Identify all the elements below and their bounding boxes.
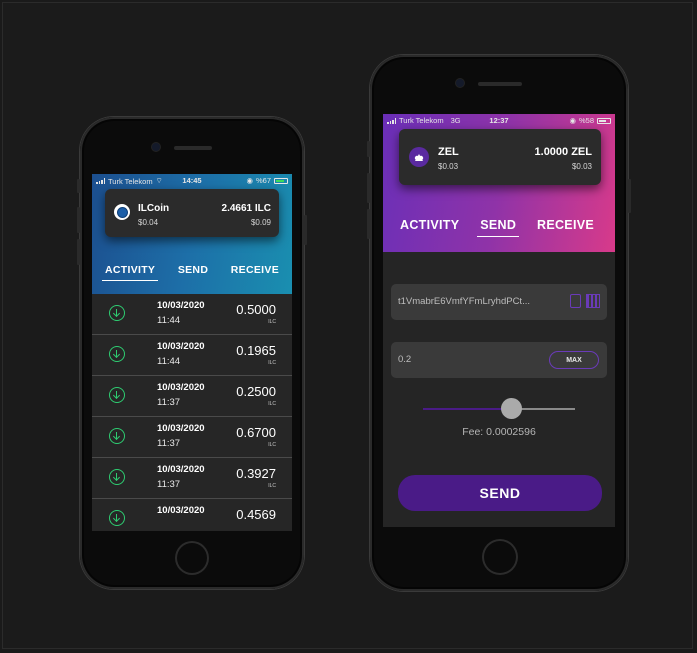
battery-icon <box>597 117 611 124</box>
left-phone-home-button[interactable] <box>175 541 209 575</box>
ilcoin-logo-icon <box>114 204 130 220</box>
wallet-name: ILCoin <box>138 203 170 214</box>
transaction-unit: ILC <box>268 360 276 366</box>
transaction-time: 11:37 <box>157 479 181 490</box>
transaction-date: 10/03/2020 <box>157 464 205 475</box>
transaction-unit: ILC <box>268 319 276 325</box>
left-phone-mute-switch <box>77 179 80 193</box>
transaction-date: 10/03/2020 <box>157 382 205 393</box>
received-arrow-icon <box>109 346 125 362</box>
right-phone: Turk Telekom 3G 12:37 ◉ %58 ZEL $0.03 1.… <box>367 55 631 591</box>
left-status-bar: Turk Telekom ⌔ 14:45 ◉ %67 <box>92 174 292 186</box>
transaction-date: 10/03/2020 <box>157 505 205 516</box>
max-button[interactable]: MAX <box>549 351 599 369</box>
left-phone-volume-down <box>77 239 80 265</box>
wallet-price: $0.03 <box>438 162 459 171</box>
left-phone-volume-up <box>77 207 80 233</box>
right-phone-volume-down <box>367 209 370 239</box>
right-phone-mute-switch <box>367 141 370 157</box>
transaction-time: 11:37 <box>157 438 181 449</box>
transaction-time: 11:44 <box>157 315 181 326</box>
tab-send[interactable]: SEND <box>178 264 208 276</box>
transaction-row[interactable]: 10/03/2020 11:37 0.6700 ILC <box>92 417 292 458</box>
amount-value: 0.2 <box>398 354 412 365</box>
left-status-right: ◉ %67 <box>246 176 288 185</box>
left-tabs: ACTIVITY SEND RECEIVE <box>101 264 279 281</box>
tab-activity[interactable]: ACTIVITY <box>400 218 459 232</box>
transaction-unit: ILC <box>268 483 276 489</box>
battery-icon <box>274 177 288 184</box>
address-value: t1VmabrE6VmfYFmLryhdPCt... <box>398 296 530 307</box>
transaction-amount: 0.5000 <box>236 302 276 317</box>
fee-slider-fill <box>423 408 511 410</box>
transaction-time: 11:44 <box>157 356 181 367</box>
wallet-fiat-balance: $0.03 <box>571 162 592 171</box>
transaction-date: 10/03/2020 <box>157 341 205 352</box>
paste-icon[interactable] <box>570 294 581 308</box>
wallet-balance: 1.0000 ZEL <box>534 146 592 158</box>
transaction-amount: 0.6700 <box>236 425 276 440</box>
amount-input[interactable]: 0.2 MAX <box>391 342 607 378</box>
location-icon: ◉ <box>569 116 576 125</box>
battery-percent: %58 <box>578 116 594 125</box>
location-icon: ◉ <box>246 176 253 185</box>
zel-wallet-card[interactable]: ZEL $0.03 1.0000 ZEL $0.03 <box>399 129 601 185</box>
activity-list: 10/03/2020 11:44 0.5000 ILC 10/03/2020 1… <box>92 294 292 531</box>
right-phone-home-button[interactable] <box>482 539 518 575</box>
transaction-date: 10/03/2020 <box>157 300 205 311</box>
left-phone: Turk Telekom ⌔ 14:45 ◉ %67 ILCoin $0.04 … <box>77 117 307 589</box>
tab-send[interactable]: SEND <box>477 218 520 237</box>
transaction-row[interactable]: 10/03/2020 11:37 0.3927 ILC <box>92 458 292 499</box>
received-arrow-icon <box>109 510 125 526</box>
tab-activity[interactable]: ACTIVITY <box>101 264 159 281</box>
transaction-unit: ILC <box>268 442 276 448</box>
right-phone-earpiece <box>478 82 522 86</box>
wallet-price: $0.04 <box>138 218 159 227</box>
transaction-time: 11:37 <box>157 397 181 408</box>
right-status-bar: Turk Telekom 3G 12:37 ◉ %58 <box>383 114 615 126</box>
received-arrow-icon <box>109 469 125 485</box>
qr-code-icon[interactable] <box>586 294 600 308</box>
transaction-amount: 0.4569 <box>236 507 276 522</box>
transaction-row[interactable]: 10/03/2020 11:44 0.1965 ILC <box>92 335 292 376</box>
received-arrow-icon <box>109 428 125 444</box>
right-phone-power-button <box>628 179 631 213</box>
tab-receive[interactable]: RECEIVE <box>231 264 279 276</box>
wallet-fiat-balance: $0.09 <box>250 218 271 227</box>
fee-slider-thumb[interactable] <box>501 398 522 419</box>
battery-percent: %67 <box>255 176 271 185</box>
right-status-right: ◉ %58 <box>569 116 611 125</box>
right-phone-volume-up <box>367 173 370 203</box>
wallet-balance: 2.4661 ILC <box>221 203 271 214</box>
transaction-row[interactable]: 10/03/2020 11:44 0.5000 ILC <box>92 294 292 335</box>
left-phone-power-button <box>304 215 307 245</box>
received-arrow-icon <box>109 387 125 403</box>
received-arrow-icon <box>109 305 125 321</box>
left-phone-screen: Turk Telekom ⌔ 14:45 ◉ %67 ILCoin $0.04 … <box>92 174 292 531</box>
send-button[interactable]: SEND <box>398 475 602 511</box>
transaction-date: 10/03/2020 <box>157 423 205 434</box>
zel-logo-icon <box>409 147 429 167</box>
left-phone-camera <box>152 143 160 151</box>
fee-slider[interactable] <box>423 398 575 419</box>
left-phone-earpiece <box>174 146 212 150</box>
transaction-amount: 0.1965 <box>236 343 276 358</box>
right-phone-screen: Turk Telekom 3G 12:37 ◉ %58 ZEL $0.03 1.… <box>383 114 615 527</box>
tab-receive[interactable]: RECEIVE <box>537 218 594 232</box>
fee-label: Fee: 0.0002596 <box>462 426 536 438</box>
transaction-row[interactable]: 10/03/2020 0.4569 <box>92 499 292 531</box>
address-input[interactable]: t1VmabrE6VmfYFmLryhdPCt... <box>391 284 607 320</box>
transaction-amount: 0.2500 <box>236 384 276 399</box>
transaction-unit: ILC <box>268 401 276 407</box>
ilcoin-wallet-card[interactable]: ILCoin $0.04 2.4661 ILC $0.09 <box>105 189 279 237</box>
right-phone-camera <box>456 79 464 87</box>
transaction-amount: 0.3927 <box>236 466 276 481</box>
transaction-row[interactable]: 10/03/2020 11:37 0.2500 ILC <box>92 376 292 417</box>
right-tabs: ACTIVITY SEND RECEIVE <box>400 218 594 237</box>
wallet-name: ZEL <box>438 146 459 158</box>
